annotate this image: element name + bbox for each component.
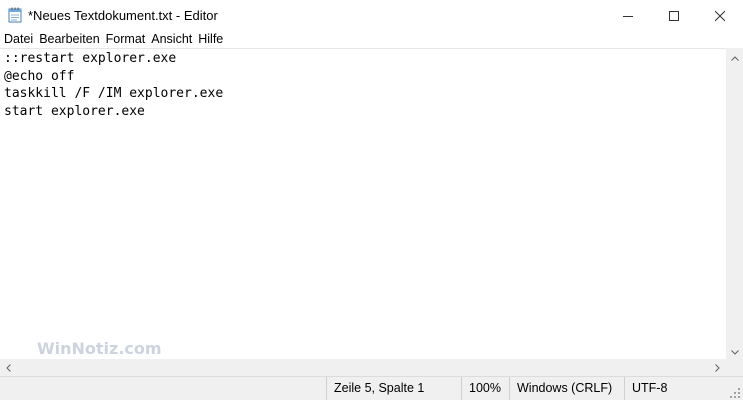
- minimize-icon: [623, 11, 633, 21]
- menu-ansicht[interactable]: Ansicht: [148, 31, 195, 48]
- vertical-scrollbar[interactable]: [726, 48, 743, 359]
- chevron-up-icon: [730, 48, 739, 66]
- title-bar[interactable]: *Neues Textdokument.txt - Editor: [0, 0, 743, 31]
- minimize-button[interactable]: [605, 0, 651, 31]
- window-title: *Neues Textdokument.txt - Editor: [28, 8, 218, 23]
- scroll-down-button[interactable]: [726, 342, 743, 359]
- zoom-level: 100%: [461, 377, 509, 400]
- cursor-position: Zeile 5, Spalte 1: [326, 377, 461, 400]
- scroll-left-button[interactable]: [0, 359, 17, 376]
- menu-datei[interactable]: Datei: [0, 31, 36, 48]
- scroll-right-button[interactable]: [709, 359, 726, 376]
- line-ending: Windows (CRLF): [509, 377, 624, 400]
- resize-grip-icon[interactable]: [729, 386, 741, 398]
- editor-content[interactable]: ::restart explorer.exe @echo off taskkil…: [4, 50, 223, 120]
- menu-format[interactable]: Format: [103, 31, 149, 48]
- horizontal-scrollbar[interactable]: [0, 359, 726, 376]
- chevron-down-icon: [730, 342, 739, 360]
- notepad-icon[interactable]: [8, 7, 22, 23]
- status-bar: Zeile 5, Spalte 1 100% Windows (CRLF) UT…: [0, 376, 743, 400]
- maximize-button[interactable]: [651, 0, 697, 31]
- close-icon: [715, 10, 725, 21]
- watermark-logo: WinNotiz.com: [37, 339, 162, 358]
- close-button[interactable]: [697, 0, 743, 31]
- chevron-left-icon: [6, 359, 11, 377]
- menu-bearbeiten[interactable]: Bearbeiten: [36, 31, 102, 48]
- chevron-right-icon: [715, 359, 720, 377]
- scrollbar-corner: [726, 359, 743, 376]
- notepad-window: *Neues Textdokument.txt - Editor Datei B…: [0, 0, 743, 400]
- menu-bar: Datei Bearbeiten Format Ansicht Hilfe: [0, 31, 743, 48]
- menu-hilfe[interactable]: Hilfe: [195, 31, 226, 48]
- scroll-up-button[interactable]: [726, 48, 743, 65]
- encoding: UTF-8: [624, 377, 743, 400]
- text-editor[interactable]: ::restart explorer.exe @echo off taskkil…: [0, 48, 726, 360]
- maximize-icon: [669, 10, 679, 21]
